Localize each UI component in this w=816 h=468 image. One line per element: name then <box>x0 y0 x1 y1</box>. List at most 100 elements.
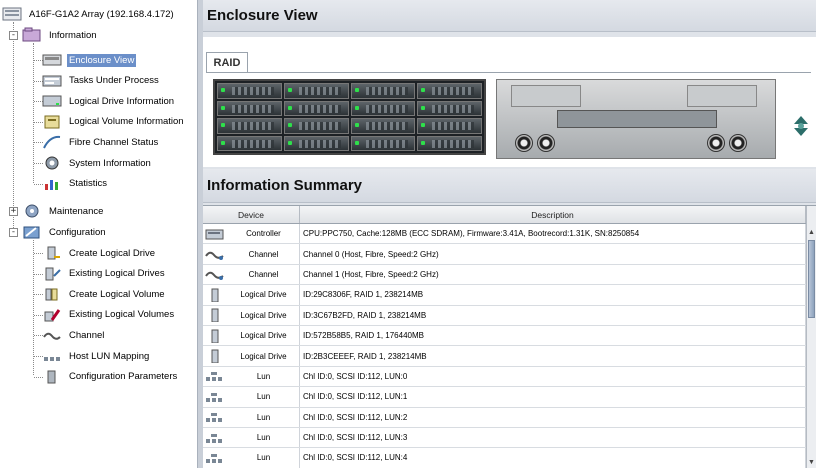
tree-item-information-4[interactable]: Fibre Channel Status <box>42 132 160 152</box>
logical-volume-icon <box>42 114 62 130</box>
scroll-down-icon[interactable]: ▼ <box>807 458 816 467</box>
drive-status-led <box>221 140 225 145</box>
description-cell: Chl ID:0, SCSI ID:112, LUN:0 <box>300 366 806 387</box>
table-row[interactable]: Lun Chl ID:0, SCSI ID:112, LUN:3 <box>203 427 806 449</box>
drive-slot[interactable] <box>417 135 482 151</box>
drive-vent <box>232 87 274 95</box>
lun-icon <box>205 410 225 424</box>
table-scrollbar[interactable]: ▲ ▼ <box>806 206 816 468</box>
table-row[interactable]: Logical Drive ID:572B58B5, RAID 1, 176440… <box>203 325 806 347</box>
logical-drive-icon <box>42 93 62 109</box>
lun-icon <box>205 431 225 445</box>
tree-item-configuration-3[interactable]: Existing Logical Volumes <box>42 305 176 325</box>
tab-raid[interactable]: RAID <box>206 52 248 73</box>
tree-node-configuration[interactable]: Configuration <box>22 222 108 242</box>
table-row[interactable]: Controller CPU:PPC750, Cache:128MB (ECC S… <box>203 224 806 245</box>
table-row[interactable]: Logical Drive ID:2B3CEEEF, RAID 1, 238214… <box>203 346 806 367</box>
system-info-icon <box>42 155 62 171</box>
drive-slot[interactable] <box>350 100 416 116</box>
tree-node-maintenance[interactable]: Maintenance <box>22 201 105 221</box>
logical-drive-icon <box>205 288 225 303</box>
drive-slot[interactable] <box>417 118 482 134</box>
tree-item-label: Configuration Parameters <box>69 371 178 383</box>
drive-slot[interactable] <box>283 135 349 151</box>
tree-item-information-6[interactable]: Statistics <box>42 174 109 194</box>
tree-item-configuration-4[interactable]: Channel <box>42 325 106 345</box>
enclosure-front-drive-bays[interactable] <box>213 79 486 155</box>
device-name: Lun <box>256 392 271 402</box>
drive-status-led <box>354 140 359 145</box>
table-row[interactable]: Channel Channel 0 (Host, Fibre, Speed:2 G… <box>203 244 806 265</box>
device-cell: Logical Drive <box>203 325 300 346</box>
content-panel: Enclosure View RAID Information Summary … <box>203 0 816 468</box>
drive-vent <box>432 122 475 130</box>
table-row[interactable]: Logical Drive ID:29C8306F, RAID 1, 238214… <box>203 285 806 306</box>
enclosure-rear-view[interactable] <box>496 79 776 159</box>
scroll-up-icon[interactable]: ▲ <box>807 228 816 237</box>
tree-item-configuration-2[interactable]: Create Logical Volume <box>42 284 167 304</box>
tree-item-configuration-0[interactable]: Create Logical Drive <box>42 243 157 263</box>
drive-vent <box>432 104 475 113</box>
navigation-tree: A16F-G1A2 Array (192.168.4.172) - Inform… <box>0 0 197 468</box>
drive-status-led <box>287 88 292 92</box>
tree-connector <box>13 22 14 228</box>
collapse-configuration-toggle[interactable]: - <box>9 228 18 237</box>
tree-item-label: Channel <box>69 329 105 341</box>
drive-slot[interactable] <box>350 83 416 99</box>
tree-item-configuration-1[interactable]: Existing Logical Drives <box>42 264 167 284</box>
drive-slot[interactable] <box>417 100 482 116</box>
device-name: Channel <box>248 269 279 279</box>
tree-item-configuration-6[interactable]: Configuration Parameters <box>42 367 179 387</box>
drive-slot[interactable] <box>217 83 282 99</box>
drive-slot[interactable] <box>283 100 349 116</box>
table-row[interactable]: Lun Chl ID:0, SCSI ID:112, LUN:1 <box>203 387 806 408</box>
tree-root[interactable]: A16F-G1A2 Array (192.168.4.172) <box>2 4 176 24</box>
drive-slot[interactable] <box>283 83 349 99</box>
tree-item-label: Existing Logical Volumes <box>69 309 175 321</box>
table-row[interactable]: Lun Chl ID:0, SCSI ID:112, LUN:4 <box>203 448 806 468</box>
table-row[interactable]: Channel Channel 1 (Host, Fibre, Speed:2 G… <box>203 264 806 286</box>
storage-array-icon <box>2 6 22 22</box>
table-row[interactable]: Logical Drive ID:3C67B2FD, RAID 1, 238214… <box>203 305 806 326</box>
tree-item-configuration-5[interactable]: Host LUN Mapping <box>42 346 151 366</box>
column-header-description[interactable]: Description <box>300 206 806 223</box>
drive-status-led <box>354 88 359 92</box>
column-header-device[interactable]: Device <box>203 206 300 223</box>
tree-item-information-5[interactable]: System Information <box>42 153 153 173</box>
tree-item-information-1[interactable]: Tasks Under Process <box>42 71 161 91</box>
statistics-icon <box>42 176 62 192</box>
tree-item-information-3[interactable]: Logical Volume Information <box>42 112 186 132</box>
rotate-view-icon[interactable] <box>791 115 811 137</box>
drive-status-led <box>421 105 426 110</box>
drive-slot[interactable] <box>350 118 416 134</box>
logical-drive-icon <box>205 349 225 364</box>
tree-item-information-2[interactable]: Logical Drive Information <box>42 91 176 111</box>
fibre-channel-icon <box>42 134 62 150</box>
table-row[interactable]: Lun Chl ID:0, SCSI ID:112, LUN:2 <box>203 407 806 428</box>
device-cell: Channel <box>203 244 300 264</box>
tree-connector <box>33 240 34 375</box>
drive-slot[interactable] <box>217 100 282 116</box>
device-name: Logical Drive <box>240 310 287 320</box>
drive-slot[interactable] <box>217 135 282 151</box>
drive-status-led <box>287 123 292 127</box>
drive-vent <box>298 104 341 113</box>
config-params-icon <box>42 369 62 385</box>
channel-icon <box>205 267 225 281</box>
drive-slot[interactable] <box>417 83 482 99</box>
controller-icon <box>205 227 225 241</box>
drive-slot[interactable] <box>350 135 416 151</box>
drive-slot[interactable] <box>283 118 349 134</box>
tree-item-information-0[interactable]: Enclosure View <box>42 50 137 70</box>
table-row[interactable]: Lun Chl ID:0, SCSI ID:112, LUN:0 <box>203 366 806 388</box>
expand-maintenance-toggle[interactable]: + <box>9 207 18 216</box>
drive-status-led <box>354 123 359 127</box>
drive-slot[interactable] <box>217 118 282 134</box>
tree-item-label: System Information <box>69 157 151 169</box>
channel-icon <box>42 327 62 343</box>
tree-node-information[interactable]: Information <box>22 25 99 45</box>
device-name: Logical Drive <box>240 290 287 300</box>
scroll-thumb[interactable] <box>808 240 815 318</box>
collapse-information-toggle[interactable]: - <box>9 31 18 40</box>
description-cell: ID:29C8306F, RAID 1, 238214MB <box>300 285 806 305</box>
